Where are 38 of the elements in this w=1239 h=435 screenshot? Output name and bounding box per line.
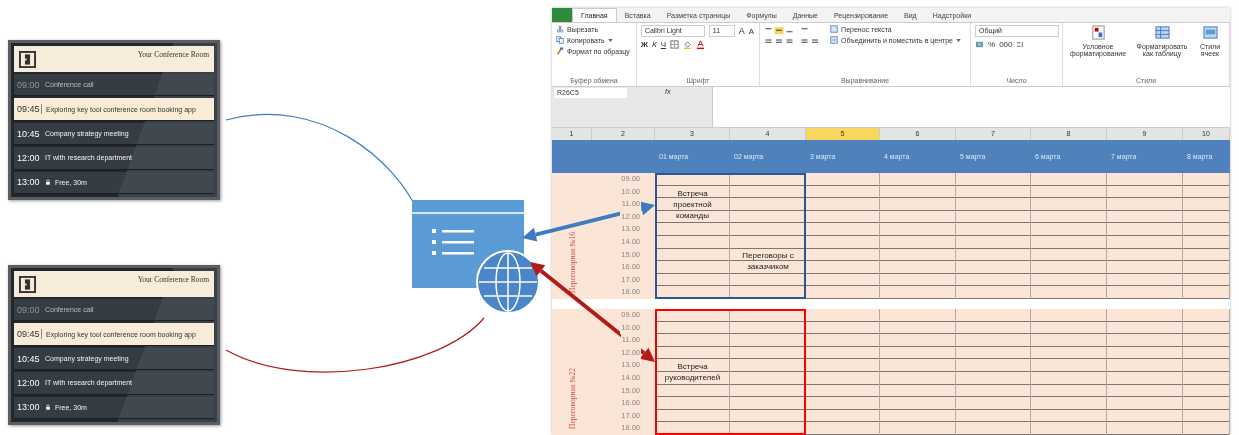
time-label: 09:45 [17,104,42,115]
time-label: 13:00 [17,177,41,188]
percent-button[interactable]: % [988,40,996,49]
globe-icon [476,250,540,314]
conditional-format-icon [1090,25,1106,40]
time-label: 12:00 [17,377,41,388]
italic-button[interactable]: К [652,40,657,49]
merge-icon [830,36,839,44]
borders-icon[interactable] [670,40,680,49]
copy-icon [556,36,564,44]
door-logo-icon [19,50,36,68]
shrink-font-button[interactable]: A [748,26,755,36]
font-color-icon[interactable] [696,40,706,49]
bold-button[interactable]: Ж [640,40,649,49]
time-label: 09:00 [17,304,41,315]
caret-icon [956,38,961,42]
event-text: Переговоры с заказчиком [741,250,795,273]
event-text: Встреча проектной команды [672,188,713,221]
door-logo-icon [19,275,36,293]
thousands-button[interactable]: 000 [999,40,1013,49]
time-label: 10:45 [17,353,41,364]
time-label: 13:00 [17,402,41,413]
time-label: 09:45 [17,329,42,340]
scissors-icon [556,25,564,33]
time-label: 09:00 [17,79,41,90]
cell-styles-icon [1202,25,1218,40]
formula-input[interactable] [712,87,1230,127]
event-text: Встреча руководителей [663,361,722,383]
caret-icon [607,38,613,42]
time-label: 12:00 [17,152,41,163]
wrap-icon [830,25,839,33]
table-icon [1154,25,1170,40]
grow-font-button[interactable]: A [738,26,745,36]
currency-icon[interactable] [975,40,984,49]
brush-icon [556,47,564,55]
time-label: 10:45 [17,128,41,139]
underline-button[interactable]: Ч [660,40,667,49]
fill-color-icon[interactable] [683,40,693,49]
